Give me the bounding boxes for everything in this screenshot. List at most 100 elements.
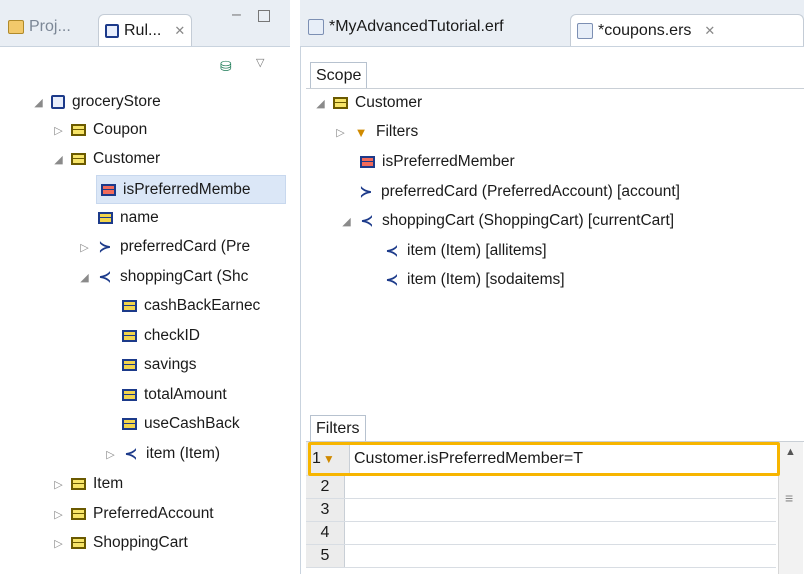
expand-twisty-icon[interactable]: ▷: [52, 478, 65, 491]
scope-item-label: item (Item) [sodaitems]: [407, 271, 565, 288]
scope-item-label: Filters: [376, 123, 419, 140]
attr-yellow-icon: [122, 389, 137, 401]
scope-item-customer[interactable]: ◢ Customer: [314, 89, 422, 117]
tree-item-cashbackearned[interactable]: cashBackEarnec: [122, 292, 260, 320]
scope-item-label: preferredCard (PreferredAccount) [accoun…: [381, 183, 680, 200]
tree-item-label: groceryStore: [72, 93, 161, 110]
tree-item-preferredcard[interactable]: ▷ ≻ preferredCard (Pre: [78, 233, 250, 261]
tree-item-grocerystore[interactable]: ◢ groceryStore: [32, 88, 161, 116]
tree-item-label: isPreferredMembe: [123, 180, 251, 198]
scope-item-filters[interactable]: ▷ ▼ Filters: [334, 118, 418, 146]
expand-twisty-icon[interactable]: ▷: [78, 241, 91, 254]
new-item-icon[interactable]: ⛁: [220, 58, 232, 75]
reference-icon: ≻: [98, 239, 112, 256]
reference-icon: ≻: [359, 184, 373, 201]
tree-item-label: checkID: [144, 327, 200, 344]
tree-item-item-collection[interactable]: ▷ ≺ item (Item): [104, 440, 220, 468]
tab-project-label: Proj...: [29, 18, 71, 35]
expand-twisty-icon[interactable]: ▷: [334, 126, 347, 139]
scope-item-preferredcard[interactable]: ≻ preferredCard (PreferredAccount) [acco…: [358, 178, 680, 206]
row-number: 3: [306, 499, 345, 521]
filter-icon: ▼: [354, 124, 368, 140]
filter-row[interactable]: 2: [306, 476, 776, 499]
tree-item-checkid[interactable]: checkID: [122, 322, 200, 350]
collection-icon: ≺: [385, 243, 399, 260]
collapse-twisty-icon[interactable]: ◢: [52, 153, 65, 166]
minimize-icon[interactable]: –: [232, 6, 241, 24]
tree-item-savings[interactable]: savings: [122, 351, 197, 379]
highlight-box: [308, 442, 780, 476]
expand-twisty-icon[interactable]: ▷: [104, 448, 117, 461]
scope-item-sodaitems[interactable]: ≺ item (Item) [sodaitems]: [384, 266, 565, 294]
tree-item-label: savings: [144, 356, 197, 373]
scope-item-label: isPreferredMember: [382, 153, 515, 170]
attr-yellow-icon: [122, 418, 137, 430]
scroll-up-icon[interactable]: ▲: [785, 446, 796, 458]
tree-item-label: ShoppingCart: [93, 534, 188, 551]
scroll-grip-icon[interactable]: ≡: [785, 490, 793, 506]
filter-row[interactable]: 3: [306, 499, 776, 522]
tree-item-label: preferredCard (Pre: [120, 238, 251, 255]
tree-item-label: Coupon: [93, 121, 148, 138]
collapse-twisty-icon[interactable]: ◢: [340, 215, 353, 228]
row-number: 4: [306, 522, 345, 544]
tree-item-label: Item: [93, 475, 124, 492]
tree-item-totalamount[interactable]: totalAmount: [122, 381, 227, 409]
class-icon: [71, 508, 86, 520]
tree-item-coupon[interactable]: ▷ Coupon: [52, 116, 147, 144]
collection-icon: ≺: [360, 213, 374, 230]
attr-yellow-icon: [98, 212, 113, 224]
filters-tab[interactable]: Filters: [310, 415, 366, 442]
row-number: 5: [306, 545, 345, 567]
tree-item-label: totalAmount: [144, 386, 227, 403]
expand-twisty-icon[interactable]: ▷: [52, 124, 65, 137]
collection-icon: ≺: [124, 446, 138, 463]
tree-item-name[interactable]: name: [98, 204, 159, 232]
scope-tab[interactable]: Scope: [310, 62, 368, 89]
expand-twisty-icon[interactable]: ▷: [52, 537, 65, 550]
scope-item-ispreferredmember[interactable]: isPreferredMember: [360, 148, 515, 176]
tab-rules[interactable]: Rul... ✕: [98, 14, 193, 46]
tree-item-usecashback[interactable]: useCashBack: [122, 410, 240, 438]
filter-row[interactable]: 4: [306, 522, 776, 545]
collapse-twisty-icon[interactable]: ◢: [78, 271, 91, 284]
collection-icon: ≺: [98, 269, 112, 286]
scope-item-shoppingcart[interactable]: ◢ ≺ shoppingCart (ShoppingCart) [current…: [340, 207, 674, 235]
scope-item-allitems[interactable]: ≺ item (Item) [allitems]: [384, 237, 547, 265]
tree-item-customer[interactable]: ◢ Customer: [52, 145, 160, 173]
tab-coupons[interactable]: *coupons.ers ✕: [570, 14, 804, 46]
tree-item-shoppingcart-class[interactable]: ▷ ShoppingCart: [52, 529, 188, 557]
view-menu-icon[interactable]: ▽: [256, 56, 264, 69]
scope-item-label: item (Item) [allitems]: [407, 242, 547, 259]
close-icon[interactable]: ✕: [174, 23, 185, 39]
editor-tab-bar: *MyAdvancedTutorial.erf *coupons.ers ✕: [300, 0, 804, 47]
tab-label: *MyAdvancedTutorial.erf: [329, 18, 504, 35]
class-icon: [71, 478, 86, 490]
tree-item-label: name: [120, 209, 159, 226]
tree-item-label: useCashBack: [144, 415, 240, 432]
rules-icon: [105, 23, 119, 38]
tree-item-item[interactable]: ▷ Item: [52, 470, 123, 498]
attr-yellow-icon: [122, 330, 137, 342]
scope-item-label: shoppingCart (ShoppingCart) [currentCart…: [382, 212, 675, 229]
tab-myadvancedtutorial[interactable]: *MyAdvancedTutorial.erf: [308, 14, 504, 40]
filter-row[interactable]: 5: [306, 545, 776, 568]
vertical-scrollbar[interactable]: ▲ ≡: [778, 442, 803, 574]
tree-item-label: cashBackEarnec: [144, 297, 261, 314]
tab-project[interactable]: Proj...: [8, 14, 71, 40]
tab-rules-label: Rul...: [124, 21, 162, 39]
left-tab-bar: Proj... Rul... ✕ –: [0, 0, 290, 47]
close-icon[interactable]: ✕: [704, 23, 715, 39]
tree-item-preferredaccount[interactable]: ▷ PreferredAccount: [52, 500, 213, 528]
maximize-icon[interactable]: [258, 10, 270, 22]
tree-item-ispreferredmember-selected[interactable]: isPreferredMembe: [96, 175, 286, 204]
attr-yellow-icon: [122, 359, 137, 371]
collapse-twisty-icon[interactable]: ◢: [32, 96, 45, 109]
row-number: 2: [306, 476, 345, 498]
collapse-twisty-icon[interactable]: ◢: [314, 97, 327, 110]
expand-twisty-icon[interactable]: ▷: [52, 508, 65, 521]
tree-item-shoppingcart[interactable]: ◢ ≺ shoppingCart (Shc: [78, 263, 248, 291]
attr-yellow-icon: [122, 300, 137, 312]
class-icon: [71, 153, 86, 165]
tab-label: *coupons.ers: [598, 21, 692, 39]
